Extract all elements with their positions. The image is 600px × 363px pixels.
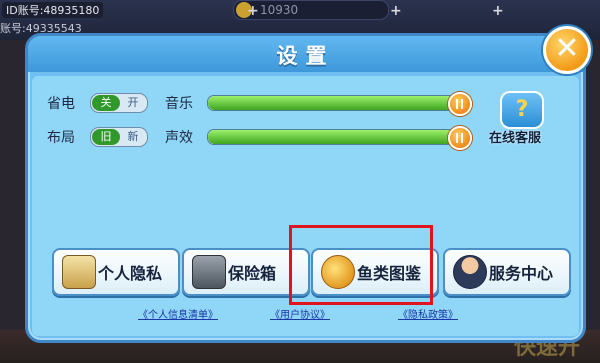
customer-service-label[interactable]: 在线客服: [489, 127, 541, 146]
service-center-label: 服务中心: [489, 264, 554, 283]
dialog-title-bar: 设置: [28, 36, 583, 72]
music-label: 音乐: [165, 96, 193, 112]
layout-other: 新: [127, 130, 139, 143]
add-coins-icon[interactable]: +: [247, 3, 259, 19]
privacy-policy-link[interactable]: 《隐私政策》: [398, 306, 458, 321]
clipboard-icon: [62, 255, 96, 289]
power-saving-label: 省电: [47, 96, 75, 112]
user-agreement-link[interactable]: 《用户协议》: [270, 306, 330, 321]
dialog-title: 设置: [276, 44, 335, 68]
power-saving-selected: 关: [92, 95, 120, 111]
add-gems-icon[interactable]: +: [390, 3, 402, 19]
add-item-icon[interactable]: +: [492, 3, 504, 19]
power-saving-toggle[interactable]: 关 开: [90, 93, 148, 113]
sound-effects-slider[interactable]: [207, 126, 472, 150]
sound-effects-slider-handle[interactable]: [448, 126, 472, 150]
close-button[interactable]: ✕: [543, 26, 591, 74]
safe-icon: [192, 255, 226, 289]
layout-toggle[interactable]: 旧 新: [90, 127, 148, 147]
account-id: ID账号:48935180: [2, 2, 104, 18]
service-center-button[interactable]: 服务中心: [443, 248, 571, 296]
power-saving-other: 开: [127, 96, 139, 109]
highlight-box: [289, 225, 433, 305]
sound-effects-slider-fill: [208, 130, 460, 144]
close-icon: ✕: [554, 31, 580, 66]
customer-service-icon[interactable]: ?: [500, 91, 544, 129]
music-slider-handle[interactable]: [448, 92, 472, 116]
personal-info-list-link[interactable]: 《个人信息清单》: [138, 306, 218, 321]
safe-box-label: 保险箱: [228, 264, 277, 283]
layout-selected: 旧: [92, 129, 120, 145]
personal-privacy-label: 个人隐私: [98, 264, 163, 283]
coin-amount: 10930: [260, 3, 299, 17]
music-slider[interactable]: [207, 92, 472, 116]
music-slider-fill: [208, 96, 460, 110]
layout-label: 布局: [47, 130, 75, 146]
personal-privacy-button[interactable]: 个人隐私: [52, 248, 180, 296]
sound-effects-label: 声效: [165, 130, 193, 146]
service-agent-icon: [453, 255, 487, 289]
